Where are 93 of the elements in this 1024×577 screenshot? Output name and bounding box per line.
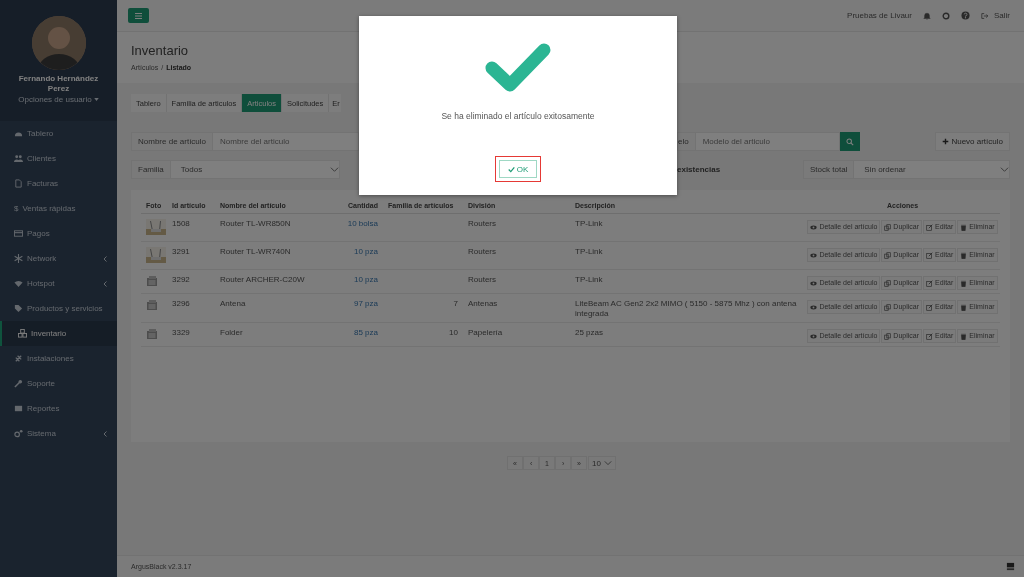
avatar xyxy=(31,16,86,70)
edit-icon xyxy=(926,279,934,287)
trash-icon xyxy=(960,251,968,259)
eye-icon xyxy=(810,223,818,231)
table-cell: Routers xyxy=(463,269,570,294)
table-cell: 10 xyxy=(449,328,458,337)
plus-icon xyxy=(942,138,950,145)
user-account-link[interactable]: Pruebas de Livaur xyxy=(847,11,912,20)
chevron-down-icon xyxy=(603,459,612,467)
eye-icon xyxy=(810,332,818,340)
quantity-link[interactable]: 85 pza xyxy=(335,322,383,347)
edit-icon xyxy=(926,332,934,340)
trash-icon xyxy=(960,303,968,311)
menu-item[interactable]: Network xyxy=(0,246,117,271)
table-cell: Antenas xyxy=(463,293,570,323)
user-name: Fernando Hernández Perez xyxy=(17,74,100,94)
menu-item[interactable]: Instalaciones xyxy=(0,346,117,371)
help-icon xyxy=(961,11,970,20)
eye-icon xyxy=(810,251,818,259)
wrench-icon xyxy=(14,379,23,388)
bell-icon xyxy=(923,11,931,20)
copy-icon xyxy=(884,279,892,287)
menu-item[interactable]: Pagos xyxy=(0,221,117,246)
quantity-link[interactable]: 10 pza xyxy=(335,241,383,270)
trash-icon xyxy=(960,223,968,231)
chevron-down-icon xyxy=(1000,165,1009,174)
image-placeholder-icon xyxy=(146,299,158,311)
table-cell: TP-Link xyxy=(570,269,805,294)
table-cell: Routers xyxy=(463,213,570,242)
table-cell: 25 pzas xyxy=(570,322,805,347)
search-icon xyxy=(846,137,854,146)
table-cell: 3292 xyxy=(167,269,215,294)
table-cell: 1508 xyxy=(167,213,215,242)
card-icon xyxy=(14,229,23,238)
menu-item[interactable]: Inventario xyxy=(0,321,117,346)
dialog-message: Se ha eliminado el artículo exitosamente xyxy=(441,111,595,121)
user-options-link[interactable]: Opciones de usuario xyxy=(18,95,99,104)
table-cell: Folder xyxy=(215,322,335,347)
table-cell: Papelería xyxy=(463,322,570,347)
chevron-down-icon xyxy=(330,165,339,174)
logout-link[interactable]: Salir xyxy=(981,11,1010,20)
dollar-icon: $ xyxy=(14,204,19,213)
table-cell: TP-Link xyxy=(570,241,805,270)
caret-icon xyxy=(93,98,99,101)
family-select[interactable]: Familia Todos xyxy=(131,160,340,179)
ok-button[interactable]: OK xyxy=(498,160,538,178)
quantity-link[interactable]: 10 pza xyxy=(335,269,383,294)
users-icon xyxy=(14,154,23,163)
check-icon xyxy=(507,165,515,173)
table-cell: Routers xyxy=(463,241,570,270)
copy-icon xyxy=(884,223,892,231)
table-cell: Router TL-WR740N xyxy=(215,241,335,270)
menu-item[interactable]: Hotspot xyxy=(0,271,117,296)
table-cell: Antena xyxy=(215,293,335,323)
wifi-icon xyxy=(14,279,23,288)
page-title: Inventario xyxy=(131,43,190,58)
menu-item[interactable]: Reportes xyxy=(0,396,117,421)
copy-icon xyxy=(884,251,892,259)
eye-icon xyxy=(810,303,818,311)
cubes-icon xyxy=(18,329,27,338)
quantity-link[interactable]: 97 pza xyxy=(335,293,383,323)
menu-button[interactable] xyxy=(128,8,149,23)
table-cell: LiteBeam AC Gen2 2x2 MIMO ( 5150 - 5875 Mhz ) con antena integrada xyxy=(570,293,805,323)
stock-sort-select[interactable]: Stock total Sin ordenar xyxy=(803,160,1010,179)
copy-icon xyxy=(884,303,892,311)
edit-icon xyxy=(926,223,934,231)
table-cell: Router ARCHER-C20W xyxy=(215,269,335,294)
page-size-select[interactable]: 10 xyxy=(588,456,616,470)
table-cell: 3291 xyxy=(167,241,215,270)
edit-icon xyxy=(926,251,934,259)
stock-label: existencias xyxy=(677,165,721,174)
lifebuoy-icon xyxy=(942,11,950,20)
image-placeholder-icon xyxy=(146,328,158,340)
new-article-button[interactable]: Nuevo artículo xyxy=(935,132,1010,151)
menu-item[interactable]: Tablero xyxy=(0,121,117,146)
table-cell: 3329 xyxy=(167,322,215,347)
copy-icon xyxy=(884,332,892,340)
snowflake-icon xyxy=(14,254,23,263)
table-cell: 7 xyxy=(453,299,458,308)
trash-icon xyxy=(960,279,968,287)
table-cell: Router TL-WR850N xyxy=(215,213,335,242)
trash-icon xyxy=(960,332,968,340)
table-cell: 3296 xyxy=(167,293,215,323)
edit-icon xyxy=(926,303,934,311)
eye-icon xyxy=(810,279,818,287)
quantity-link[interactable]: 10 bolsa xyxy=(335,213,383,242)
menu-icon xyxy=(135,12,142,19)
table-cell: TP-Link xyxy=(570,213,805,242)
search-button[interactable] xyxy=(840,132,860,151)
image-placeholder-icon xyxy=(146,275,158,287)
sign-out-icon xyxy=(981,11,989,20)
gears-icon xyxy=(14,429,23,438)
file-icon xyxy=(14,179,23,188)
